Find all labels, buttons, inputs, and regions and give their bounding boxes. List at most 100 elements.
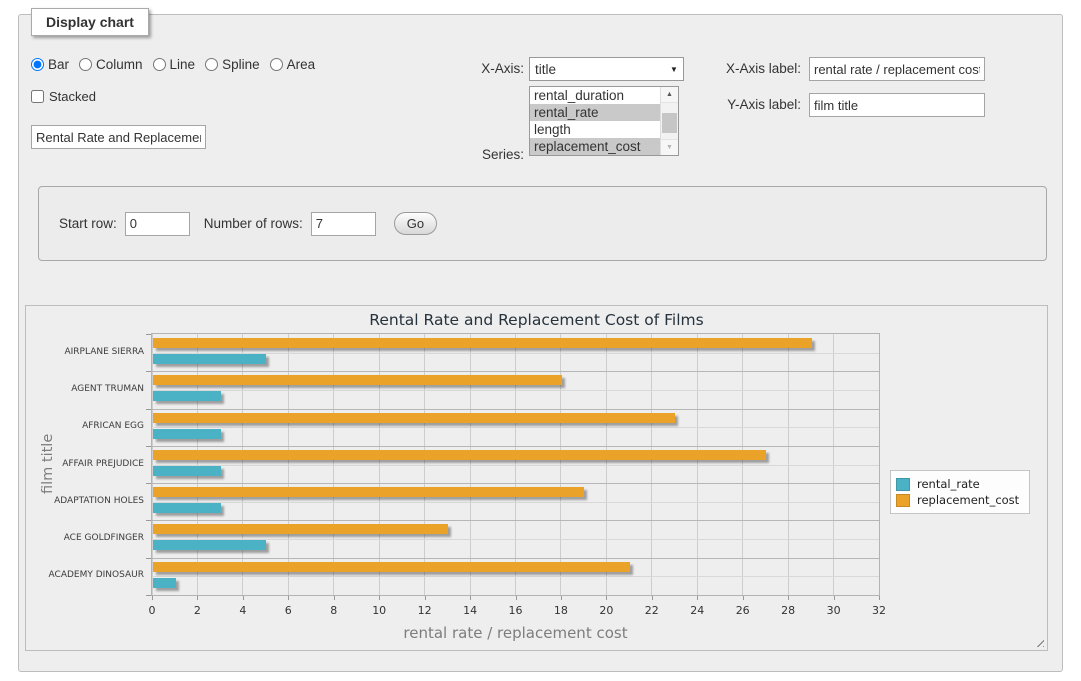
chart-container: Rental Rate and Replacement Cost of Film… xyxy=(25,305,1048,651)
x-tick-label: 28 xyxy=(773,604,803,617)
series-option-rental_duration[interactable]: rental_duration xyxy=(530,87,660,104)
bar-rental_rate xyxy=(153,540,266,550)
bar-replacement_cost xyxy=(153,338,812,348)
gridline xyxy=(152,427,879,428)
y-tick xyxy=(146,558,151,559)
gridline xyxy=(152,502,879,503)
chart-type-label: Area xyxy=(287,57,316,72)
bar-rental_rate xyxy=(153,578,176,588)
bar-replacement_cost xyxy=(153,562,630,572)
x-axis-label-input[interactable] xyxy=(809,57,985,81)
stacked-checkbox[interactable] xyxy=(31,90,44,103)
num-rows-label: Number of rows: xyxy=(204,216,303,231)
chart-type-radio-spline[interactable] xyxy=(205,58,218,71)
x-tick-label: 18 xyxy=(546,604,576,617)
legend-entry-replacement_cost: replacement_cost xyxy=(896,493,1019,507)
x-tick-label: 30 xyxy=(819,604,849,617)
chart-type-radio-column[interactable] xyxy=(79,58,92,71)
bar-replacement_cost xyxy=(153,413,675,423)
category-label: ACE GOLDFINGER xyxy=(26,533,144,543)
chart-title: Rental Rate and Replacement Cost of Film… xyxy=(26,311,1047,329)
series-scrollbar[interactable]: ▲ ▼ xyxy=(660,87,678,155)
gridline xyxy=(152,465,879,466)
x-tick-label: 0 xyxy=(137,604,167,617)
x-axis-label: X-Axis: xyxy=(449,61,524,76)
x-tick xyxy=(652,596,653,600)
x-tick-label: 8 xyxy=(319,604,349,617)
bar-replacement_cost xyxy=(153,524,448,534)
stacked-option[interactable]: Stacked xyxy=(31,89,96,104)
x-tick xyxy=(516,596,517,600)
chart-type-radio-bar[interactable] xyxy=(31,58,44,71)
x-tick xyxy=(788,596,789,600)
series-option-rental_rate[interactable]: rental_rate xyxy=(530,104,660,121)
legend-entry-rental_rate: rental_rate xyxy=(896,477,1019,491)
x-tick xyxy=(879,596,880,600)
x-tick xyxy=(379,596,380,600)
bar-rental_rate xyxy=(153,466,221,476)
series-option-length[interactable]: length xyxy=(530,121,660,138)
scroll-up-icon[interactable]: ▲ xyxy=(661,87,678,103)
gridline xyxy=(152,390,879,391)
gridline xyxy=(152,558,879,559)
x-tick-label: 6 xyxy=(273,604,303,617)
x-tick xyxy=(197,596,198,600)
resize-handle-icon[interactable] xyxy=(1033,636,1044,647)
x-tick xyxy=(606,596,607,600)
x-tick-label: 20 xyxy=(591,604,621,617)
series-label: Series: xyxy=(449,147,524,162)
x-tick-label: 22 xyxy=(637,604,667,617)
y-tick xyxy=(146,334,151,335)
chart-type-radio-line[interactable] xyxy=(153,58,166,71)
chart-type-line[interactable]: Line xyxy=(153,57,196,72)
x-tick xyxy=(243,596,244,600)
x-tick xyxy=(834,596,835,600)
gridline xyxy=(152,576,879,577)
chart-type-column[interactable]: Column xyxy=(79,57,143,72)
series-listbox[interactable]: rental_durationrental_ratelengthreplacem… xyxy=(529,86,679,156)
x-tick xyxy=(152,596,153,600)
scrollbar-thumb[interactable] xyxy=(662,113,677,133)
y-tick xyxy=(146,409,151,410)
y-tick xyxy=(146,446,151,447)
chart-title-input[interactable] xyxy=(31,125,206,149)
x-tick xyxy=(425,596,426,600)
stacked-label: Stacked xyxy=(49,89,96,104)
bar-rental_rate xyxy=(153,429,221,439)
go-button[interactable]: Go xyxy=(394,212,437,235)
chart-type-area[interactable]: Area xyxy=(270,57,316,72)
num-rows-input[interactable] xyxy=(311,212,376,236)
dropdown-arrow-icon: ▼ xyxy=(665,65,683,74)
x-tick-label: 2 xyxy=(182,604,212,617)
x-tick xyxy=(561,596,562,600)
start-row-input[interactable] xyxy=(125,212,190,236)
x-tick-label: 10 xyxy=(364,604,394,617)
series-option-replacement_cost[interactable]: replacement_cost xyxy=(530,138,660,155)
y-axis-label-input[interactable] xyxy=(809,93,985,117)
category-label: AIRPLANE SIERRA xyxy=(26,347,144,357)
x-tick xyxy=(470,596,471,600)
x-tick-label: 32 xyxy=(864,604,894,617)
y-tick xyxy=(146,595,151,596)
bar-rental_rate xyxy=(153,391,221,401)
x-axis-select[interactable]: title ▼ xyxy=(529,57,684,81)
x-axis-selected-value: title xyxy=(530,62,665,77)
gridline xyxy=(152,409,879,410)
chart-type-bar[interactable]: Bar xyxy=(31,57,69,72)
chart-type-spline[interactable]: Spline xyxy=(205,57,260,72)
x-tick-label: 24 xyxy=(682,604,712,617)
y-tick xyxy=(146,520,151,521)
chart-type-radio-area[interactable] xyxy=(270,58,283,71)
bar-replacement_cost xyxy=(153,375,562,385)
category-label: AGENT TRUMAN xyxy=(26,384,144,394)
gridline xyxy=(152,446,879,447)
bar-replacement_cost xyxy=(153,487,584,497)
x-tick xyxy=(697,596,698,600)
x-tick xyxy=(743,596,744,600)
scroll-down-icon[interactable]: ▼ xyxy=(661,139,678,155)
chart-type-label: Bar xyxy=(48,57,69,72)
category-label: ADAPTATION HOLES xyxy=(26,496,144,506)
x-axis-title: rental rate / replacement cost xyxy=(152,624,879,642)
legend-label: rental_rate xyxy=(917,477,980,491)
chart-type-label: Spline xyxy=(222,57,260,72)
